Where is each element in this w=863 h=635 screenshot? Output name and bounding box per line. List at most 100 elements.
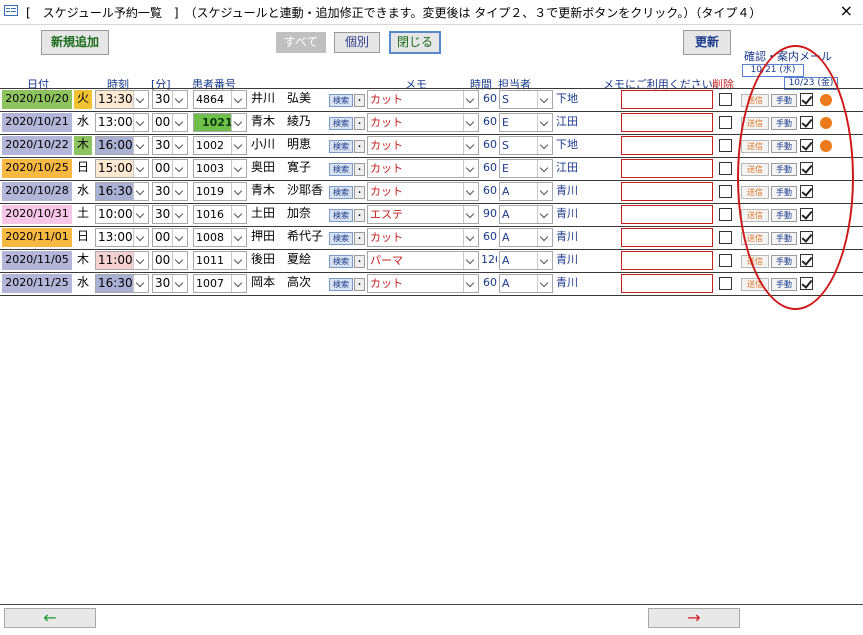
delete-checkbox[interactable] — [719, 277, 732, 290]
send-button[interactable]: 送信 — [741, 232, 769, 245]
mail-checkbox[interactable] — [800, 116, 813, 129]
time-combo[interactable]: 13:30 — [95, 90, 149, 109]
minutes-combo[interactable]: 00 — [152, 113, 188, 132]
manual-button[interactable]: 手動 — [771, 140, 797, 153]
manual-button[interactable]: 手動 — [771, 117, 797, 130]
note-input[interactable] — [621, 274, 713, 293]
time-combo[interactable]: 13:00 — [95, 113, 149, 132]
chevron-down-icon[interactable] — [172, 229, 187, 246]
chevron-down-icon[interactable] — [537, 252, 552, 269]
patient-no-combo[interactable]: 1007 — [193, 274, 247, 293]
chevron-down-icon[interactable] — [537, 91, 552, 108]
staff-combo[interactable]: A — [499, 182, 553, 201]
delete-checkbox[interactable] — [719, 208, 732, 221]
chevron-down-icon[interactable] — [133, 252, 148, 269]
chevron-down-icon[interactable] — [172, 91, 187, 108]
chevron-down-icon[interactable] — [231, 206, 246, 223]
time-combo[interactable]: 10:00 — [95, 205, 149, 224]
chevron-down-icon[interactable] — [231, 114, 246, 131]
memo-combo[interactable]: エステ — [367, 205, 479, 224]
manual-button[interactable]: 手動 — [771, 209, 797, 222]
dot-button[interactable]: ・ — [354, 163, 365, 176]
minutes-combo[interactable]: 30 — [152, 182, 188, 201]
chevron-down-icon[interactable] — [537, 114, 552, 131]
minutes-combo[interactable]: 00 — [152, 159, 188, 178]
search-button[interactable]: 検索 — [329, 186, 353, 199]
chevron-down-icon[interactable] — [172, 160, 187, 177]
search-button[interactable]: 検索 — [329, 140, 353, 153]
search-button[interactable]: 検索 — [329, 232, 353, 245]
memo-combo[interactable]: カット — [367, 136, 479, 155]
chevron-down-icon[interactable] — [133, 137, 148, 154]
dot-button[interactable]: ・ — [354, 94, 365, 107]
mail-checkbox[interactable] — [800, 254, 813, 267]
chevron-down-icon[interactable] — [172, 275, 187, 292]
send-button[interactable]: 送信 — [741, 163, 769, 176]
manual-button[interactable]: 手動 — [771, 163, 797, 176]
chevron-down-icon[interactable] — [172, 183, 187, 200]
chevron-down-icon[interactable] — [133, 206, 148, 223]
mail-checkbox[interactable] — [800, 139, 813, 152]
memo-combo[interactable]: カット — [367, 113, 479, 132]
search-button[interactable]: 検索 — [329, 117, 353, 130]
time-combo[interactable]: 16:30 — [95, 182, 149, 201]
dot-button[interactable]: ・ — [354, 278, 365, 291]
delete-checkbox[interactable] — [719, 162, 732, 175]
chevron-down-icon[interactable] — [463, 183, 478, 200]
mail-checkbox[interactable] — [800, 93, 813, 106]
minutes-combo[interactable]: 30 — [152, 136, 188, 155]
staff-combo[interactable]: E — [499, 113, 553, 132]
dot-button[interactable]: ・ — [354, 232, 365, 245]
note-input[interactable] — [621, 136, 713, 155]
chevron-down-icon[interactable] — [463, 160, 478, 177]
dot-button[interactable]: ・ — [354, 209, 365, 222]
chevron-down-icon[interactable] — [463, 229, 478, 246]
send-button[interactable]: 送信 — [741, 209, 769, 222]
delete-checkbox[interactable] — [719, 231, 732, 244]
dot-button[interactable]: ・ — [354, 186, 365, 199]
memo-combo[interactable]: カット — [367, 274, 479, 293]
chevron-down-icon[interactable] — [231, 137, 246, 154]
patient-no-combo[interactable]: 4864 — [193, 90, 247, 109]
delete-checkbox[interactable] — [719, 93, 732, 106]
minutes-combo[interactable]: 30 — [152, 90, 188, 109]
note-input[interactable] — [621, 251, 713, 270]
time-combo[interactable]: 15:00 — [95, 159, 149, 178]
time-combo[interactable]: 16:30 — [95, 274, 149, 293]
time-combo[interactable]: 16:00 — [95, 136, 149, 155]
staff-combo[interactable]: A — [499, 228, 553, 247]
minutes-combo[interactable]: 30 — [152, 205, 188, 224]
chevron-down-icon[interactable] — [537, 229, 552, 246]
chevron-down-icon[interactable] — [537, 206, 552, 223]
chevron-down-icon[interactable] — [133, 160, 148, 177]
minutes-combo[interactable]: 00 — [152, 251, 188, 270]
chevron-down-icon[interactable] — [172, 206, 187, 223]
chevron-down-icon[interactable] — [537, 137, 552, 154]
patient-no-combo[interactable]: 1002 — [193, 136, 247, 155]
patient-no-combo[interactable]: 1008 — [193, 228, 247, 247]
chevron-down-icon[interactable] — [231, 229, 246, 246]
manual-button[interactable]: 手動 — [771, 232, 797, 245]
delete-checkbox[interactable] — [719, 139, 732, 152]
staff-combo[interactable]: A — [499, 274, 553, 293]
dot-button[interactable]: ・ — [354, 117, 365, 130]
staff-combo[interactable]: S — [499, 136, 553, 155]
patient-no-combo[interactable]: 1011 — [193, 251, 247, 270]
individual-button[interactable]: 個別 — [334, 32, 380, 53]
search-button[interactable]: 検索 — [329, 94, 353, 107]
chevron-down-icon[interactable] — [172, 137, 187, 154]
delete-checkbox[interactable] — [719, 116, 732, 129]
mail-checkbox[interactable] — [800, 231, 813, 244]
search-button[interactable]: 検索 — [329, 163, 353, 176]
chevron-down-icon[interactable] — [231, 275, 246, 292]
chevron-down-icon[interactable] — [133, 275, 148, 292]
search-button[interactable]: 検索 — [329, 278, 353, 291]
staff-combo[interactable]: A — [499, 251, 553, 270]
memo-combo[interactable]: カット — [367, 182, 479, 201]
manual-button[interactable]: 手動 — [771, 186, 797, 199]
chevron-down-icon[interactable] — [463, 252, 478, 269]
send-button[interactable]: 送信 — [741, 94, 769, 107]
mail-checkbox[interactable] — [800, 277, 813, 290]
minutes-combo[interactable]: 00 — [152, 228, 188, 247]
chevron-down-icon[interactable] — [463, 275, 478, 292]
